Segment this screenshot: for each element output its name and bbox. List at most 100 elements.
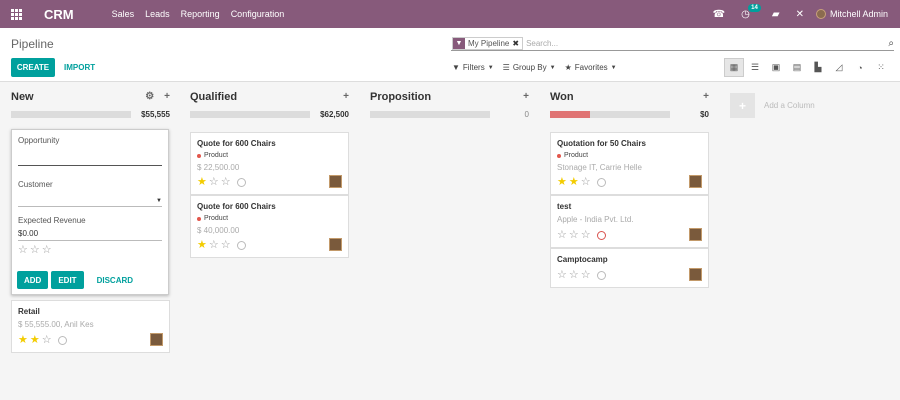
star-icon[interactable]: ☆ bbox=[569, 270, 579, 281]
kanban-card[interactable]: Quote for 600 Chairs Product $ 40,000.00… bbox=[190, 195, 349, 258]
column-header: Proposition + bbox=[370, 91, 529, 105]
favorites-dropdown[interactable]: ★ Favorites ▼ bbox=[565, 63, 617, 72]
menu-item-leads[interactable]: Leads bbox=[145, 9, 170, 19]
star-icon[interactable]: ☆ bbox=[557, 230, 567, 241]
star-icon[interactable]: ★ bbox=[18, 335, 28, 346]
add-column-label: Add a Column bbox=[764, 101, 815, 110]
star-icon[interactable]: ☆ bbox=[30, 245, 40, 256]
priority-stars[interactable]: ☆ ☆ ☆ bbox=[557, 230, 606, 241]
kanban-card[interactable]: Camptocamp ☆ ☆ ☆ bbox=[550, 248, 709, 288]
groupby-dropdown[interactable]: ☰ Group By ▼ bbox=[503, 63, 556, 72]
quick-create-form: Opportunity Customer ▼ Expected Revenue … bbox=[11, 129, 169, 295]
view-switcher: ▦ ☰ ▣ ▤ ▙ ◿ ◔ ⁙ bbox=[724, 58, 892, 77]
priority-stars[interactable]: ☆ ☆ ☆ bbox=[557, 270, 606, 281]
dashboard-view-icon[interactable]: ◔ bbox=[850, 58, 870, 77]
gear-icon[interactable]: ⚙ bbox=[145, 91, 154, 102]
clock-icon[interactable] bbox=[57, 336, 67, 345]
clock-icon[interactable] bbox=[236, 178, 246, 187]
priority-stars[interactable]: ★ ☆ ☆ bbox=[197, 177, 246, 188]
chevron-down-icon: ▼ bbox=[549, 64, 556, 71]
add-icon[interactable]: + bbox=[343, 91, 349, 102]
kanban-view-icon[interactable]: ▦ bbox=[724, 58, 744, 77]
star-icon[interactable]: ☆ bbox=[557, 270, 567, 281]
clock-icon[interactable] bbox=[236, 241, 246, 250]
user-menu[interactable]: Mitchell Admin bbox=[815, 9, 888, 19]
clock-icon[interactable] bbox=[596, 178, 606, 187]
add-icon[interactable]: + bbox=[523, 91, 529, 102]
create-button[interactable]: CREATE bbox=[11, 58, 55, 77]
menu-item-sales[interactable]: Sales bbox=[112, 9, 135, 19]
revenue-field[interactable]: $0.00 bbox=[18, 229, 162, 241]
star-icon[interactable]: ★ bbox=[197, 240, 207, 251]
chat-icon[interactable]: ▰ bbox=[772, 9, 780, 20]
phone-icon[interactable]: ☎ bbox=[713, 9, 725, 20]
search-input[interactable]: Search... bbox=[523, 39, 880, 48]
add-column[interactable]: + Add a Column bbox=[730, 93, 815, 118]
add-button[interactable]: ADD bbox=[17, 271, 49, 289]
clock-icon[interactable] bbox=[596, 271, 606, 280]
priority-stars[interactable]: ☆ ☆ ☆ bbox=[18, 245, 162, 256]
opportunity-field[interactable] bbox=[18, 154, 162, 166]
close-icon[interactable]: ✕ bbox=[796, 9, 804, 20]
star-icon[interactable]: ☆ bbox=[221, 240, 231, 251]
search-bar: ▼ My Pipeline ✖ Search... ⌕ bbox=[451, 36, 894, 51]
star-icon[interactable]: ☆ bbox=[18, 245, 28, 256]
apps-menu-icon[interactable] bbox=[0, 0, 32, 28]
kanban-card[interactable]: Quote for 600 Chairs Product $ 22,500.00… bbox=[190, 132, 349, 195]
discard-button[interactable]: DISCARD bbox=[97, 276, 133, 285]
star-icon[interactable]: ☆ bbox=[42, 245, 52, 256]
column-header: Won + bbox=[550, 91, 709, 105]
card-title: test bbox=[557, 202, 572, 211]
card-title: Camptocamp bbox=[557, 255, 608, 264]
chevron-down-icon: ▼ bbox=[156, 198, 162, 204]
star-icon[interactable]: ☆ bbox=[209, 177, 219, 188]
list-view-icon[interactable]: ☰ bbox=[745, 58, 765, 77]
groupby-label: Group By bbox=[512, 63, 547, 72]
bars-icon: ☰ bbox=[502, 63, 510, 72]
star-icon[interactable]: ★ bbox=[569, 177, 579, 188]
tag-color-dot bbox=[197, 153, 201, 158]
remove-facet-icon[interactable]: ✖ bbox=[512, 38, 522, 49]
activity-icon[interactable]: ◷ 14 bbox=[741, 3, 761, 20]
star-icon[interactable]: ☆ bbox=[581, 230, 591, 241]
star-icon: ★ bbox=[564, 63, 572, 72]
add-column-icon[interactable]: + bbox=[730, 93, 755, 118]
priority-stars[interactable]: ★ ☆ ☆ bbox=[197, 240, 246, 251]
activity-view-icon[interactable]: ⁙ bbox=[871, 58, 891, 77]
chevron-down-icon: ▼ bbox=[610, 64, 617, 71]
column-progress: 0 bbox=[370, 109, 529, 119]
star-icon[interactable]: ☆ bbox=[581, 270, 591, 281]
add-icon[interactable]: + bbox=[703, 91, 709, 102]
star-icon[interactable]: ★ bbox=[197, 177, 207, 188]
add-icon[interactable]: + bbox=[164, 91, 170, 102]
card-title: Quotation for 50 Chairs bbox=[557, 139, 646, 148]
pivot-view-icon[interactable]: ▤ bbox=[787, 58, 807, 77]
kanban-card[interactable]: test Apple - India Pvt. Ltd. ☆ ☆ ☆ bbox=[550, 195, 709, 248]
priority-stars[interactable]: ★ ★ ☆ bbox=[557, 177, 606, 188]
card-amount: $ 40,000.00 bbox=[197, 226, 240, 235]
calendar-view-icon[interactable]: ▣ bbox=[766, 58, 786, 77]
overdue-clock-icon[interactable] bbox=[596, 231, 606, 240]
search-icon[interactable]: ⌕ bbox=[880, 38, 894, 49]
tag-color-dot bbox=[197, 216, 201, 221]
import-button[interactable]: IMPORT bbox=[64, 58, 95, 77]
graph-view-icon[interactable]: ▙ bbox=[808, 58, 828, 77]
star-icon[interactable]: ☆ bbox=[569, 230, 579, 241]
star-icon[interactable]: ☆ bbox=[209, 240, 219, 251]
column-total: $0 bbox=[700, 109, 709, 119]
kanban-card[interactable]: Retail $ 55,555.00, Anil Kes ★ ★ ☆ bbox=[11, 300, 170, 353]
app-brand[interactable]: CRM bbox=[44, 7, 74, 22]
menu-item-configuration[interactable]: Configuration bbox=[231, 9, 285, 19]
cohort-view-icon[interactable]: ◿ bbox=[829, 58, 849, 77]
star-icon[interactable]: ☆ bbox=[42, 335, 52, 346]
customer-field[interactable]: ▼ bbox=[18, 195, 162, 207]
star-icon[interactable]: ☆ bbox=[221, 177, 231, 188]
star-icon[interactable]: ☆ bbox=[581, 177, 591, 188]
priority-stars[interactable]: ★ ★ ☆ bbox=[18, 335, 67, 346]
menu-item-reporting[interactable]: Reporting bbox=[181, 9, 220, 19]
filters-dropdown[interactable]: ▼ Filters ▼ bbox=[452, 63, 494, 72]
edit-button[interactable]: EDIT bbox=[51, 271, 84, 289]
kanban-card[interactable]: Quotation for 50 Chairs Product Stonage … bbox=[550, 132, 709, 195]
star-icon[interactable]: ★ bbox=[557, 177, 567, 188]
star-icon[interactable]: ★ bbox=[30, 335, 40, 346]
